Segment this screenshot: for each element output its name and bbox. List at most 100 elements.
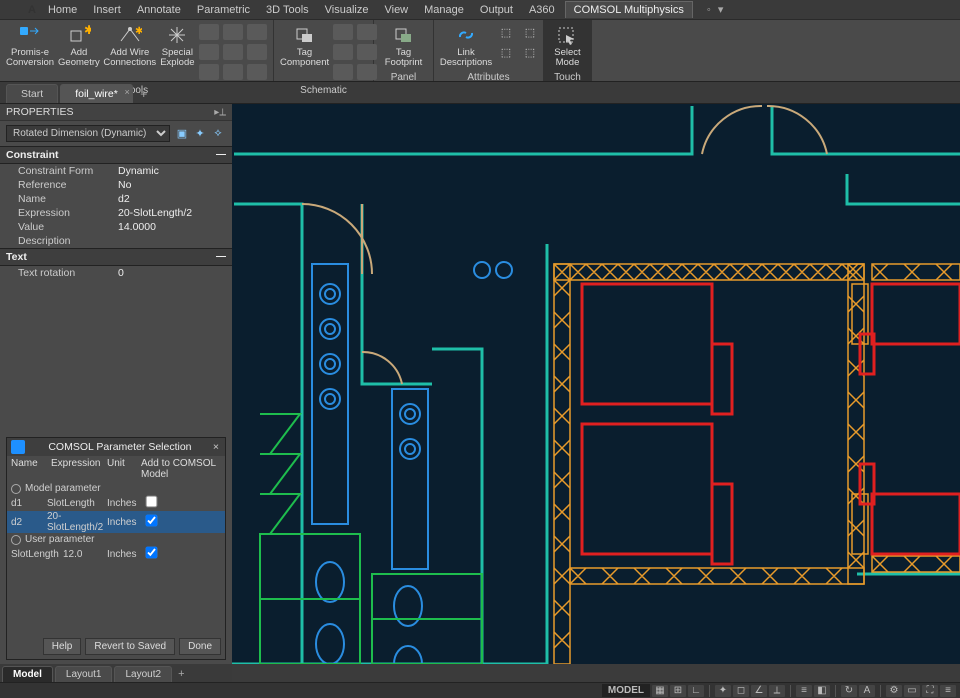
schematic-small-3[interactable]: [333, 44, 353, 60]
help-button[interactable]: Help: [43, 638, 82, 655]
tag-component-button[interactable]: Tag Component: [278, 22, 331, 84]
menu-manage[interactable]: Manage: [416, 2, 472, 18]
done-button[interactable]: Done: [179, 638, 221, 655]
schematic-small-1[interactable]: [333, 24, 353, 40]
status-workspace-icon[interactable]: ⚙: [886, 685, 902, 697]
status-dyn-icon[interactable]: ⟂: [769, 685, 785, 697]
special-explode-button[interactable]: Special Explode: [158, 22, 197, 84]
param-row-d1[interactable]: d1 SlotLength Inches: [7, 495, 225, 511]
collapse-icon: —: [216, 149, 226, 161]
menu-3dtools[interactable]: 3D Tools: [258, 2, 317, 18]
menu-home[interactable]: Home: [40, 2, 85, 18]
text-section-header[interactable]: Text —: [0, 248, 232, 266]
attr-small-4[interactable]: ⬚: [496, 44, 516, 60]
tool-small-4[interactable]: [199, 44, 219, 60]
special-explode-label: Special Explode: [160, 48, 195, 69]
col-add: Add to COMSOL Model: [141, 458, 221, 480]
comsol-dialog-title: COMSOL Parameter Selection: [29, 441, 211, 453]
status-ortho-icon[interactable]: ∟: [688, 685, 704, 697]
tool-small-9[interactable]: [247, 64, 267, 80]
status-osnap-icon[interactable]: ◻: [733, 685, 749, 697]
filter-icon[interactable]: ▣: [174, 126, 190, 142]
properties-selection-row: Rotated Dimension (Dynamic) ▣ ✦ ⟡: [0, 121, 232, 146]
menu-output[interactable]: Output: [472, 2, 521, 18]
main-area: PROPERTIES ▸⟂ Rotated Dimension (Dynamic…: [0, 104, 960, 664]
tool-small-8[interactable]: [223, 64, 243, 80]
ribbon-touch-title: Touch: [548, 71, 587, 84]
menu-parametric[interactable]: Parametric: [189, 2, 258, 18]
status-grid-icon[interactable]: ▦: [652, 685, 668, 697]
tag-footprint-icon: [391, 24, 417, 46]
ribbon-group-tools: Promis-e Conversion ✱ Add Geometry ✱ Add…: [0, 20, 274, 81]
status-track-icon[interactable]: ∠: [751, 685, 767, 697]
drawing-canvas[interactable]: [232, 104, 960, 664]
status-customize-icon[interactable]: ≡: [940, 685, 956, 697]
prop-description: Description: [0, 234, 232, 248]
quick-select-icon[interactable]: ⟡: [210, 126, 226, 142]
tag-footprint-button[interactable]: Tag Footprint: [378, 22, 429, 71]
status-transparency-icon[interactable]: ◧: [814, 685, 830, 697]
attr-small-1[interactable]: ⬚: [496, 24, 516, 40]
param-slot-checkbox[interactable]: [146, 547, 158, 559]
layout-tab-layout2[interactable]: Layout2: [114, 666, 172, 682]
close-icon[interactable]: ×: [125, 87, 130, 97]
status-cleanscreen-icon[interactable]: ⛶: [922, 685, 938, 697]
file-tab-start[interactable]: Start: [6, 84, 58, 103]
panel-pin-icon[interactable]: ▸⟂: [214, 107, 226, 118]
dialog-close-icon[interactable]: ×: [211, 441, 221, 453]
menu-help-dropdown-icon[interactable]: ◦ ▾: [707, 3, 725, 16]
add-selection-icon[interactable]: ✦: [192, 126, 208, 142]
add-wire-button[interactable]: ✱ Add Wire Connections: [102, 22, 158, 84]
tool-small-1[interactable]: [199, 24, 219, 40]
tool-small-2[interactable]: [223, 24, 243, 40]
param-d1-unit: Inches: [107, 498, 145, 509]
status-cycle-icon[interactable]: ↻: [841, 685, 857, 697]
user-parameter-radio[interactable]: User parameter: [7, 533, 225, 546]
add-geometry-button[interactable]: ✱ Add Geometry: [56, 22, 102, 84]
properties-selection-dropdown[interactable]: Rotated Dimension (Dynamic): [6, 125, 170, 142]
status-model-label[interactable]: MODEL: [602, 684, 650, 697]
model-parameter-radio[interactable]: Model parameter: [7, 482, 225, 495]
param-d1-checkbox[interactable]: [146, 496, 158, 508]
menu-view[interactable]: View: [376, 2, 416, 18]
comsol-dialog-titlebar[interactable]: COMSOL Parameter Selection ×: [7, 438, 225, 456]
prop-value: Value14.0000: [0, 220, 232, 234]
status-monitor-icon[interactable]: ▭: [904, 685, 920, 697]
status-annotation-icon[interactable]: A: [859, 685, 875, 697]
collapse-icon: —: [216, 251, 226, 263]
link-descriptions-button[interactable]: Link Descriptions: [438, 22, 494, 71]
layout-tab-layout1[interactable]: Layout1: [55, 666, 113, 682]
menu-annotate[interactable]: Annotate: [129, 2, 189, 18]
status-lineweight-icon[interactable]: ≡: [796, 685, 812, 697]
status-snap-icon[interactable]: ⊞: [670, 685, 686, 697]
link-icon: [453, 24, 479, 46]
param-row-d2[interactable]: d2 20-SlotLength/2 Inches: [7, 511, 225, 533]
menu-insert[interactable]: Insert: [85, 2, 129, 18]
param-d2-checkbox[interactable]: [146, 515, 158, 527]
revert-button[interactable]: Revert to Saved: [85, 638, 175, 655]
attr-small-2[interactable]: ⬚: [520, 24, 540, 40]
constraint-section-header[interactable]: Constraint —: [0, 146, 232, 164]
file-tab-foilwire[interactable]: foil_wire*×: [60, 84, 133, 103]
menu-comsol-tab[interactable]: COMSOL Multiphysics: [565, 1, 693, 18]
tool-small-5[interactable]: [223, 44, 243, 60]
file-tab-add[interactable]: +: [135, 87, 153, 103]
select-mode-icon: [555, 24, 581, 46]
schematic-small-buttons: [331, 22, 379, 84]
layout-tab-model[interactable]: Model: [2, 666, 53, 682]
select-mode-button[interactable]: Select Mode: [548, 22, 587, 71]
promise-conversion-button[interactable]: Promis-e Conversion: [4, 22, 56, 84]
layout-tab-add[interactable]: +: [172, 666, 190, 682]
status-polar-icon[interactable]: ✦: [715, 685, 731, 697]
attr-small-5[interactable]: ⬚: [520, 44, 540, 60]
tool-small-7[interactable]: [199, 64, 219, 80]
menu-a360[interactable]: A360: [521, 2, 563, 18]
param-row-slotlength[interactable]: SlotLength 12.0 Inches: [7, 546, 225, 562]
tool-small-6[interactable]: [247, 44, 267, 60]
add-wire-icon: ✱: [117, 24, 143, 46]
menu-visualize[interactable]: Visualize: [317, 2, 377, 18]
param-d1-expr: SlotLength: [47, 498, 107, 509]
tool-small-3[interactable]: [247, 24, 267, 40]
comsol-icon: [11, 440, 25, 454]
schematic-small-5[interactable]: [333, 64, 353, 80]
